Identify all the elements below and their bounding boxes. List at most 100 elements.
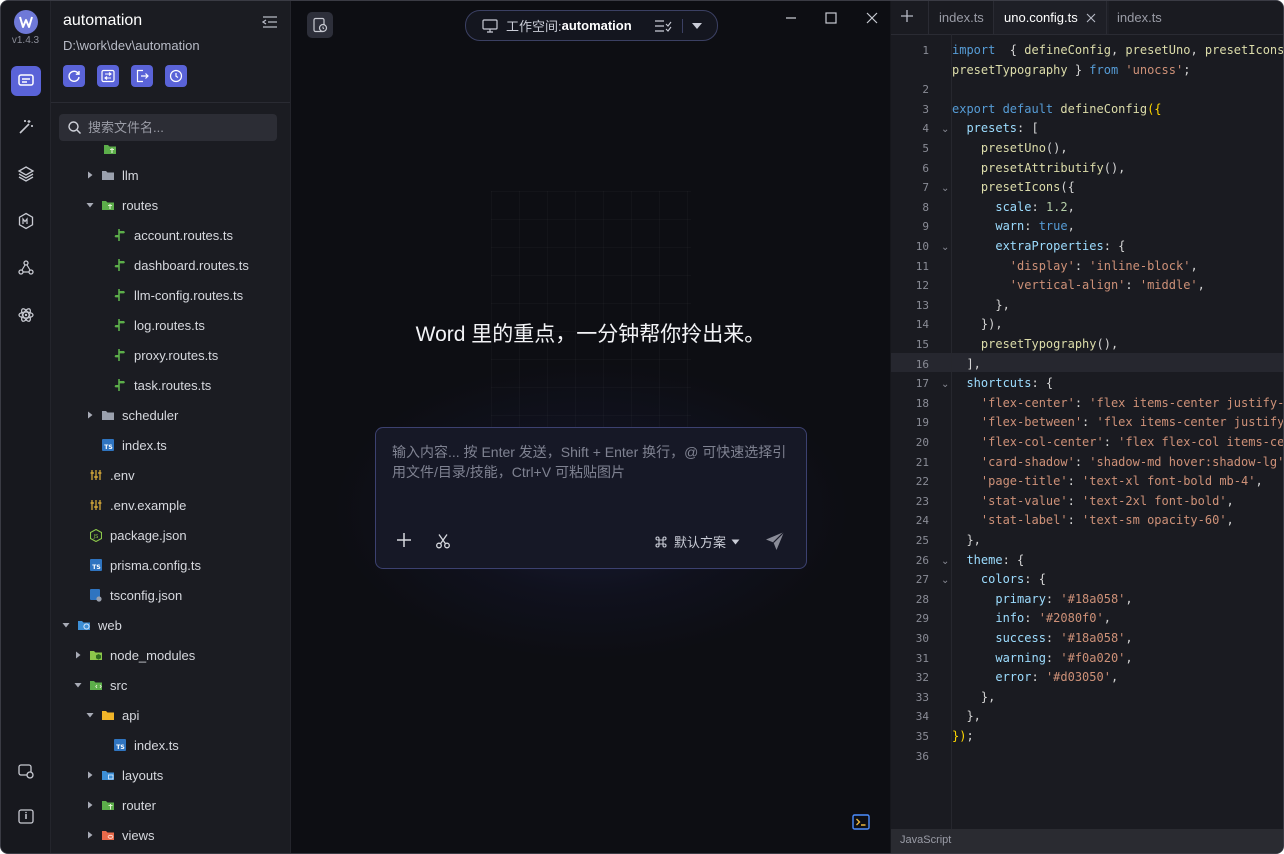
- chevron-down-icon[interactable]: [73, 680, 83, 690]
- tree-item-env[interactable]: .env: [51, 460, 290, 490]
- file-search-input[interactable]: [88, 114, 268, 141]
- code-token: '#18a058': [1060, 591, 1126, 606]
- terminal-button[interactable]: [852, 814, 870, 835]
- language-mode[interactable]: JavaScript: [900, 834, 951, 846]
- code-token: 'flex-center': [952, 395, 1075, 410]
- close-window-button[interactable]: [862, 9, 882, 27]
- fold-chevron-icon[interactable]: ⌄: [941, 551, 949, 571]
- tree-item-scheduler[interactable]: scheduler: [51, 400, 290, 430]
- chevron-down-icon[interactable]: [85, 200, 95, 210]
- atom-nav-button[interactable]: [11, 300, 41, 330]
- tree-item-layouts[interactable]: layouts: [51, 760, 290, 790]
- session-history-button[interactable]: [307, 12, 333, 38]
- code-token: (),: [1045, 141, 1068, 155]
- monitor-icon: [482, 18, 498, 33]
- tree-item-package-json[interactable]: JS package.json: [51, 520, 290, 550]
- tree-item-web[interactable]: web: [51, 610, 290, 640]
- tree-item-views[interactable]: views: [51, 820, 290, 850]
- fold-chevron-icon[interactable]: ⌄: [941, 178, 949, 198]
- layers-nav-button[interactable]: [11, 159, 41, 189]
- list-check-icon[interactable]: [654, 19, 672, 33]
- markdown-nav-button[interactable]: [11, 206, 41, 236]
- code-token: '#d03050': [1045, 670, 1111, 685]
- code-token: ,: [1125, 591, 1133, 606]
- maximize-button[interactable]: [821, 9, 841, 27]
- line-number: 14: [915, 318, 929, 332]
- tree-item-index-ts[interactable]: TS index.ts: [51, 430, 290, 460]
- code-content[interactable]: import { defineConfig, presetUno, preset…: [952, 34, 1283, 829]
- close-tab-icon[interactable]: [1086, 13, 1096, 23]
- chat-input-box[interactable]: 输入内容... 按 Enter 发送，Shift + Enter 换行，@ 可快…: [375, 427, 807, 569]
- chevron-right-icon[interactable]: [85, 830, 95, 840]
- tree-item-node-modules[interactable]: node_modules: [51, 640, 290, 670]
- code-line: 'flex-center': 'flex items-center justif…: [952, 394, 1283, 414]
- chevron-right-icon[interactable]: [85, 770, 95, 780]
- tree-item-prisma-config-ts[interactable]: TS prisma.config.ts: [51, 550, 290, 580]
- tab-uno-config-ts[interactable]: uno.config.ts: [993, 1, 1109, 34]
- chat-nav-button[interactable]: [11, 66, 41, 96]
- add-attachment-button[interactable]: [396, 532, 412, 553]
- chevron-down-icon[interactable]: [85, 710, 95, 720]
- chat-input-placeholder[interactable]: 输入内容... 按 Enter 发送，Shift + Enter 换行，@ 可快…: [392, 442, 792, 482]
- code-token: from: [1089, 62, 1119, 77]
- api-folder-icon: [101, 708, 115, 722]
- history-button[interactable]: [165, 65, 187, 87]
- tab-index-ts[interactable]: index.ts: [928, 1, 998, 34]
- tree-item-index-ts[interactable]: TS index.ts: [51, 730, 290, 760]
- send-button[interactable]: [764, 530, 786, 557]
- code-token: ,: [1190, 258, 1198, 273]
- chevron-right-icon[interactable]: [85, 800, 95, 810]
- tree-item-proxy-routes-ts[interactable]: proxy.routes.ts: [51, 340, 290, 370]
- fold-chevron-icon[interactable]: ⌄: [941, 119, 949, 139]
- code-token: error: [952, 670, 1032, 685]
- settings-nav-button[interactable]: [11, 756, 41, 786]
- line-number: 27: [915, 573, 929, 587]
- code-token: }): [952, 729, 967, 743]
- code-token: presetIcons: [952, 180, 1061, 195]
- code-token: :: [1103, 435, 1119, 449]
- tree-item-tsconfig-json[interactable]: tsconfig.json: [51, 580, 290, 610]
- exit-project-button[interactable]: [131, 65, 153, 87]
- tree-item-log-routes-ts[interactable]: log.routes.ts: [51, 310, 290, 340]
- fold-chevron-icon[interactable]: ⌄: [941, 374, 949, 394]
- tree-item-llm[interactable]: llm: [51, 160, 290, 190]
- workspace-selector[interactable]: 工作空间: automation: [465, 10, 718, 41]
- new-tab-button[interactable]: [900, 9, 914, 28]
- code-line: shortcuts: {: [952, 374, 1283, 394]
- tree-item-env-example[interactable]: .env.example: [51, 490, 290, 520]
- tree-item-src[interactable]: src: [51, 670, 290, 700]
- chevron-down-icon[interactable]: [691, 22, 703, 30]
- chevron-right-icon[interactable]: [73, 650, 83, 660]
- search-icon: [68, 121, 82, 135]
- close-icon: [866, 12, 878, 24]
- tree-item-account-routes-ts[interactable]: account.routes.ts: [51, 220, 290, 250]
- switch-project-button[interactable]: [97, 65, 119, 87]
- fold-chevron-icon[interactable]: ⌄: [941, 237, 949, 257]
- code-token: presetIcons: [1204, 43, 1283, 57]
- editor-status-bar: JavaScript: [891, 829, 1283, 853]
- refresh-button[interactable]: [63, 65, 85, 87]
- collapse-sidebar-icon[interactable]: [261, 15, 278, 34]
- code-line: 'flex-col-center': 'flex flex-col items-…: [952, 433, 1283, 453]
- code-token: true: [1038, 219, 1068, 234]
- tree-item-routes[interactable]: routes: [51, 190, 290, 220]
- chevron-down-icon[interactable]: [61, 620, 71, 630]
- screenshot-button[interactable]: [435, 533, 451, 554]
- code-token: 'flex-between': [952, 415, 1083, 430]
- code-token: {: [995, 43, 1025, 57]
- app-version: v1.4.3: [11, 35, 40, 46]
- tree-item-task-routes-ts[interactable]: task.routes.ts: [51, 370, 290, 400]
- tree-item-router[interactable]: router: [51, 790, 290, 820]
- tree-item-api[interactable]: api: [51, 700, 290, 730]
- tab-index-ts-2[interactable]: index.ts: [1106, 1, 1187, 34]
- scheme-selector[interactable]: 默认方案: [654, 532, 740, 551]
- minimize-button[interactable]: [781, 9, 801, 27]
- network-nav-button[interactable]: [11, 253, 41, 283]
- fold-chevron-icon[interactable]: ⌄: [941, 570, 949, 590]
- tree-item-dashboard-routes-ts[interactable]: dashboard.routes.ts: [51, 250, 290, 280]
- chevron-right-icon[interactable]: [85, 170, 95, 180]
- chevron-right-icon[interactable]: [85, 410, 95, 420]
- info-nav-button[interactable]: [11, 802, 41, 832]
- tree-item-llm-config-routes-ts[interactable]: llm-config.routes.ts: [51, 280, 290, 310]
- magic-wand-nav-button[interactable]: [11, 112, 41, 142]
